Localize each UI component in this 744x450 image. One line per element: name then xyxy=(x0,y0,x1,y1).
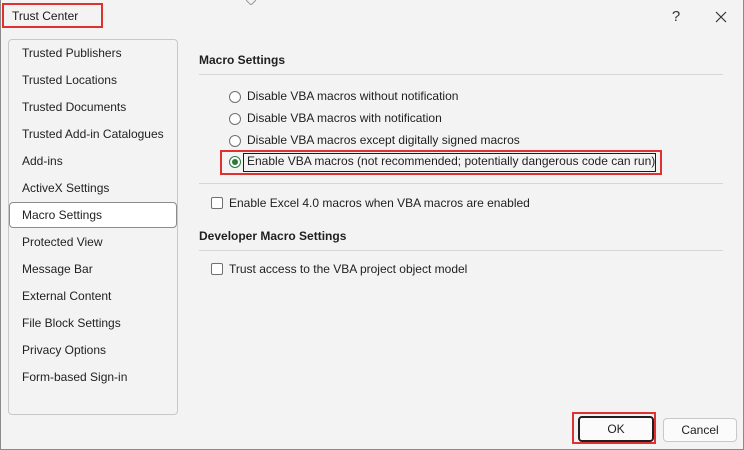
nav-item-trusted-add-in-catalogues[interactable]: Trusted Add-in Catalogues xyxy=(9,121,177,147)
nav-item-trusted-locations[interactable]: Trusted Locations xyxy=(9,67,177,93)
nav-item-form-based-sign-in[interactable]: Form-based Sign-in xyxy=(9,364,177,390)
radio-label: Disable VBA macros with notification xyxy=(247,111,442,125)
ok-button[interactable]: OK xyxy=(578,416,654,442)
radio-button-checked[interactable] xyxy=(229,156,241,168)
checkbox[interactable] xyxy=(211,263,223,275)
nav-item-privacy-options[interactable]: Privacy Options xyxy=(9,337,177,363)
title-highlight-box xyxy=(2,3,103,28)
close-icon xyxy=(715,11,727,23)
help-button[interactable]: ? xyxy=(665,6,687,28)
developer-macro-settings-heading: Developer Macro Settings xyxy=(199,229,347,243)
nav-item-file-block-settings[interactable]: File Block Settings xyxy=(9,310,177,336)
radio-button[interactable] xyxy=(229,135,241,147)
section-divider xyxy=(199,183,723,184)
radio-button[interactable] xyxy=(229,113,241,125)
checkbox[interactable] xyxy=(211,197,223,209)
nav-item-protected-view[interactable]: Protected View xyxy=(9,229,177,255)
trust-center-nav: Trusted Publishers Trusted Locations Tru… xyxy=(8,39,178,415)
nav-item-activex-settings[interactable]: ActiveX Settings xyxy=(9,175,177,201)
nav-item-message-bar[interactable]: Message Bar xyxy=(9,256,177,282)
close-button[interactable] xyxy=(709,6,733,28)
radio-label: Disable VBA macros except digitally sign… xyxy=(247,133,520,147)
trust-center-dialog: Trust Center ? Trusted Publishers Truste… xyxy=(0,0,744,450)
checkbox-label: Enable Excel 4.0 macros when VBA macros … xyxy=(229,196,530,210)
nav-item-add-ins[interactable]: Add-ins xyxy=(9,148,177,174)
nav-item-external-content[interactable]: External Content xyxy=(9,283,177,309)
section-divider xyxy=(199,74,723,75)
title-bar: Trust Center ? xyxy=(1,0,743,32)
nav-item-trusted-publishers[interactable]: Trusted Publishers xyxy=(9,40,177,66)
radio-button[interactable] xyxy=(229,91,241,103)
checkbox-label: Trust access to the VBA project object m… xyxy=(229,262,468,276)
cancel-button[interactable]: Cancel xyxy=(663,418,737,442)
section-divider xyxy=(199,250,723,251)
radio-label: Disable VBA macros without notification xyxy=(247,89,459,103)
radio-label: Enable VBA macros (not recommended; pote… xyxy=(247,154,656,168)
question-icon: ? xyxy=(671,8,681,25)
nav-item-trusted-documents[interactable]: Trusted Documents xyxy=(9,94,177,120)
title-notch-icon xyxy=(246,0,256,5)
macro-settings-heading: Macro Settings xyxy=(199,53,286,67)
nav-item-macro-settings[interactable]: Macro Settings xyxy=(9,202,177,228)
